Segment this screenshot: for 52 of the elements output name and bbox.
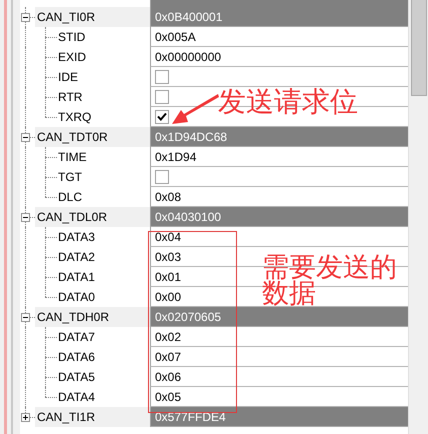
register-value[interactable]: 0x1D94DC68 <box>150 127 408 147</box>
field-value[interactable]: 0x01 <box>155 270 182 284</box>
field-name: DATA2 <box>57 250 95 264</box>
field-name: DATA5 <box>57 370 95 384</box>
field-name: TGT <box>57 170 82 184</box>
scrollbar[interactable] <box>408 0 428 434</box>
field-value[interactable]: 0x1D94 <box>155 150 196 164</box>
field-name: IDE <box>57 70 78 84</box>
collapse-icon[interactable] <box>21 12 30 22</box>
field-value[interactable]: 0x08 <box>155 190 182 204</box>
field-name: DLC <box>57 190 82 204</box>
register-value[interactable]: 0x0B400001 <box>150 7 408 27</box>
register-name: CAN_TDL0R <box>35 207 150 227</box>
field-value[interactable]: 0x00000000 <box>155 50 222 64</box>
checkbox[interactable] <box>155 90 169 104</box>
register-name: CAN_TDH0R <box>35 307 150 327</box>
field-name: DATA3 <box>57 230 95 244</box>
register-name: CAN_TI0R <box>35 7 150 27</box>
field-value[interactable]: 0x00 <box>155 290 182 304</box>
field-value[interactable]: 0x02 <box>155 330 182 344</box>
checkbox[interactable] <box>155 110 169 124</box>
register-value[interactable]: 0x04030100 <box>150 207 408 227</box>
collapse-icon[interactable] <box>21 312 30 322</box>
field-name: DATA1 <box>57 270 95 284</box>
field-name: STID <box>57 30 86 44</box>
register-name: CAN_TI1R <box>35 407 150 427</box>
field-name: TXRQ <box>57 110 92 124</box>
field-name: TIME <box>57 150 87 164</box>
register-value[interactable]: 0x577FFDE4 <box>150 407 408 427</box>
field-name: RTR <box>57 90 82 104</box>
annotation-text: 发送请求位 <box>218 86 358 118</box>
expand-icon[interactable] <box>21 412 30 422</box>
field-value[interactable]: 0x05 <box>155 390 182 404</box>
field-value[interactable]: 0x06 <box>155 370 182 384</box>
checkbox[interactable] <box>155 70 169 84</box>
field-value[interactable]: 0x005A <box>155 30 196 44</box>
field-name: DATA4 <box>57 390 95 404</box>
field-name: EXID <box>57 50 86 64</box>
field-name: DATA6 <box>57 350 95 364</box>
field-value[interactable]: 0x07 <box>155 350 182 364</box>
checkbox[interactable] <box>155 170 169 184</box>
field-value[interactable]: 0x03 <box>155 250 182 264</box>
field-name: DATA0 <box>57 290 95 304</box>
annotation-text: 需要发送的 <box>262 255 397 281</box>
collapse-icon[interactable] <box>21 212 30 222</box>
field-value[interactable]: 0x04 <box>155 230 182 244</box>
arrow <box>170 92 220 126</box>
field-name: DATA7 <box>57 330 95 344</box>
register-value[interactable]: 0x02070605 <box>150 307 408 327</box>
annotation-text: 数据 <box>262 281 316 307</box>
register-name: CAN_TDT0R <box>35 127 150 147</box>
collapse-icon[interactable] <box>21 132 30 142</box>
